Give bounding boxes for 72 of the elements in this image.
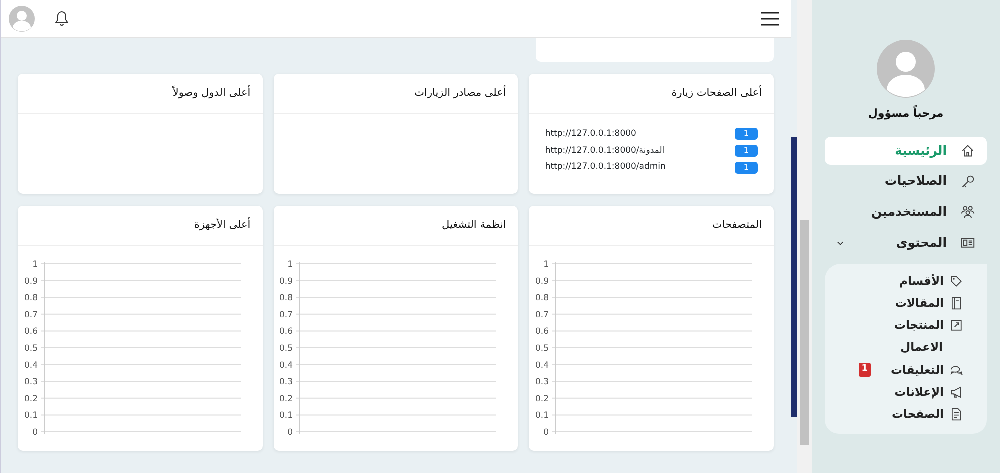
submenu-item[interactable]: الإعلانات (833, 382, 977, 402)
count-badge: 1 (734, 128, 758, 140)
tick-label: 0.5 (535, 344, 549, 354)
megaphone-icon (950, 386, 963, 399)
home-icon (961, 144, 975, 158)
document-icon (950, 408, 963, 422)
users-icon (961, 205, 975, 220)
notebook-icon (950, 296, 963, 310)
tick-label: 0.7 (24, 310, 38, 320)
tick-label: 0.5 (280, 344, 294, 354)
count-badge: 1 (858, 363, 871, 377)
tick-label: 0.4 (24, 360, 38, 371)
submenu-item[interactable]: المقالات (833, 294, 977, 313)
tick-label: 0.9 (24, 276, 38, 287)
card-title: أعلى مصادر الزيارات (274, 74, 518, 114)
tick-label: 0.2 (280, 394, 294, 404)
tick-label: 0 (544, 428, 549, 438)
page-link[interactable]: http://127.0.0.1:8000/admin (545, 161, 666, 174)
tick-label: 1 (288, 260, 294, 270)
sidebar-item[interactable]: الرئيسية (825, 136, 987, 166)
chat-icon (950, 364, 963, 377)
submenu-item[interactable]: الاعمال (833, 338, 977, 358)
tick-label: 0.4 (280, 360, 294, 371)
tick-label: 0.8 (280, 293, 294, 304)
card-title: أعلى الصفحات زيارة (529, 74, 774, 114)
page-link[interactable]: http://127.0.0.1:8000/المدونة (545, 144, 665, 158)
external-link-icon (950, 319, 963, 332)
card-title: أعلى الأجهزة (18, 206, 263, 246)
tick-label: 0.6 (24, 326, 38, 337)
tick-label: 0.9 (535, 276, 549, 287)
submenu-item[interactable]: الأقسام (833, 272, 977, 291)
bell-icon[interactable] (55, 11, 69, 26)
menu-icon[interactable] (761, 12, 779, 26)
tick-label: 0.5 (24, 344, 38, 354)
tag-icon (950, 274, 963, 288)
sidebar-item[interactable]: المحتوى (825, 228, 987, 258)
submenu-item[interactable]: الصفحات (833, 405, 977, 424)
tick-label: 0.7 (280, 310, 294, 320)
count-badge: 1 (734, 162, 758, 174)
tick-label: 0.2 (24, 394, 38, 404)
tick-label: 0.4 (535, 360, 549, 371)
card-title: أعلى الدول وصولاً (18, 74, 263, 114)
tick-label: 0.3 (535, 377, 549, 388)
tick-label: 0 (288, 428, 294, 438)
tick-label: 0.1 (535, 410, 549, 421)
sidebar-item[interactable]: المستخدمين (825, 198, 987, 227)
count-badge: 1 (734, 144, 758, 157)
tick-label: 0.3 (280, 377, 294, 388)
tick-label: 0.8 (24, 293, 38, 304)
tick-label: 0.9 (280, 276, 294, 287)
tick-label: 0.7 (535, 310, 549, 320)
newspaper-icon (961, 236, 975, 250)
tick-label: 1 (32, 260, 38, 270)
avatar-icon (877, 40, 935, 98)
tick-label: 0.6 (280, 326, 294, 337)
greeting-text: مرحباً مسؤول (868, 106, 944, 122)
tick-label: 0.1 (280, 410, 294, 421)
submenu-item[interactable]: المنتجات (833, 316, 977, 336)
tick-label: 0.2 (535, 394, 549, 404)
page-link[interactable]: http://127.0.0.1:8000 (545, 128, 636, 140)
card-title: المتصفحات (529, 206, 774, 246)
sidebar-item[interactable]: الصلاحيات (825, 167, 987, 196)
chevron-icon (837, 240, 844, 246)
tick-label: 1 (544, 260, 549, 270)
tick-label: 0.6 (535, 326, 549, 337)
card-title: انظمة التشغيل (274, 206, 518, 246)
tick-label: 0.1 (24, 410, 38, 421)
tick-label: 0.8 (535, 293, 549, 304)
tick-label: 0.3 (24, 377, 38, 388)
key-icon (961, 174, 975, 189)
scrollbar[interactable] (797, 0, 812, 473)
tick-label: 0 (32, 428, 38, 438)
